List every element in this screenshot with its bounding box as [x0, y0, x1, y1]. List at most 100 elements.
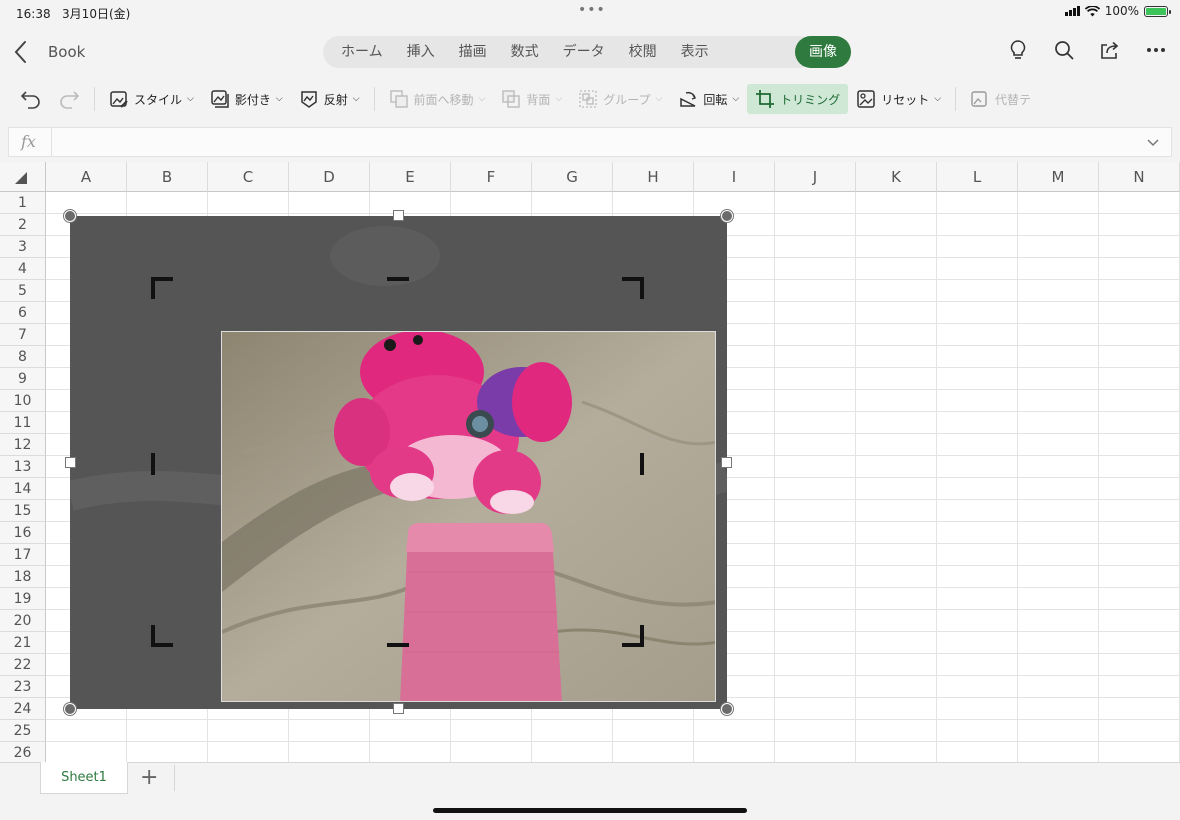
- row-header[interactable]: 9: [0, 368, 46, 390]
- picture-crop-area[interactable]: [70, 216, 727, 709]
- undo-button[interactable]: [12, 84, 50, 114]
- row-header[interactable]: 4: [0, 258, 46, 280]
- tab-draw[interactable]: 描画: [447, 36, 499, 68]
- row-header[interactable]: 6: [0, 302, 46, 324]
- multitask-dots-icon[interactable]: •••: [578, 2, 606, 18]
- row-header[interactable]: 17: [0, 544, 46, 566]
- column-header[interactable]: K: [856, 162, 937, 192]
- share-icon[interactable]: [1098, 38, 1122, 62]
- row-header[interactable]: 3: [0, 236, 46, 258]
- row-header[interactable]: 26: [0, 742, 46, 762]
- row-header[interactable]: 21: [0, 632, 46, 654]
- row-header[interactable]: 22: [0, 654, 46, 676]
- resize-handle-top[interactable]: [393, 210, 404, 221]
- column-header[interactable]: E: [370, 162, 451, 192]
- row-header[interactable]: 13: [0, 456, 46, 478]
- chevron-down-icon: ⌵: [732, 94, 740, 104]
- crop-button[interactable]: トリミング: [747, 84, 849, 114]
- more-options-icon[interactable]: [1144, 38, 1168, 62]
- column-header[interactable]: B: [127, 162, 208, 192]
- formula-bar[interactable]: fx: [8, 127, 1172, 157]
- group-button[interactable]: グループ ⌵: [570, 84, 670, 114]
- row-header[interactable]: 19: [0, 588, 46, 610]
- select-all-corner[interactable]: [0, 162, 46, 192]
- group-label: グループ: [603, 92, 651, 107]
- back-chevron-icon[interactable]: [10, 38, 32, 66]
- resize-handle-left[interactable]: [65, 457, 76, 468]
- resize-handle-bottom[interactable]: [393, 703, 404, 714]
- row-header[interactable]: 2: [0, 214, 46, 236]
- column-header[interactable]: I: [694, 162, 775, 192]
- crop-icon: [756, 90, 775, 108]
- picture-styles-button[interactable]: スタイル ⌵: [101, 84, 202, 114]
- resize-handle-bottom-left[interactable]: [64, 703, 76, 715]
- resize-handle-bottom-right[interactable]: [721, 703, 733, 715]
- add-sheet-icon[interactable]: +: [140, 765, 158, 790]
- row-header[interactable]: 20: [0, 610, 46, 632]
- spreadsheet-grid[interactable]: A B C D E F G H I J K L M N 1 2 3 4 5 6 7 8 9 10 11 12 13 14 15 16 17 1…: [0, 162, 1180, 762]
- home-indicator[interactable]: [433, 808, 747, 813]
- expand-formula-chevron-icon[interactable]: [1145, 134, 1161, 150]
- row-header[interactable]: 25: [0, 720, 46, 742]
- row-header[interactable]: 11: [0, 412, 46, 434]
- tab-view[interactable]: 表示: [669, 36, 721, 68]
- shadow-button[interactable]: 影付き ⌵: [202, 84, 291, 114]
- redo-button[interactable]: [50, 84, 88, 114]
- sheet-tab-sheet1[interactable]: Sheet1: [40, 762, 128, 794]
- column-header[interactable]: C: [208, 162, 289, 192]
- reflection-label: 反射: [323, 92, 348, 107]
- reset-picture-icon: [857, 90, 875, 108]
- alt-text-button[interactable]: 代替テ: [962, 84, 1039, 114]
- tab-picture[interactable]: 画像: [795, 36, 851, 68]
- row-header[interactable]: 24: [0, 698, 46, 720]
- row-header[interactable]: 12: [0, 434, 46, 456]
- lightbulb-icon[interactable]: [1006, 38, 1030, 62]
- search-icon[interactable]: [1052, 38, 1076, 62]
- column-header[interactable]: D: [289, 162, 370, 192]
- crop-handle-top-left[interactable]: [151, 277, 155, 299]
- function-icon[interactable]: fx: [21, 132, 36, 151]
- reset-picture-button[interactable]: リセット ⌵: [848, 84, 949, 114]
- row-header[interactable]: 15: [0, 500, 46, 522]
- row-header[interactable]: 10: [0, 390, 46, 412]
- crop-handle-bottom-right[interactable]: [640, 625, 644, 647]
- crop-handle-left[interactable]: [151, 453, 155, 475]
- column-header[interactable]: M: [1018, 162, 1099, 192]
- row-header[interactable]: 8: [0, 346, 46, 368]
- tab-formulas[interactable]: 数式: [499, 36, 551, 68]
- row-header[interactable]: 5: [0, 280, 46, 302]
- reflection-button[interactable]: 反射 ⌵: [291, 84, 368, 114]
- crop-handle-right[interactable]: [640, 453, 644, 475]
- document-title[interactable]: Book: [48, 43, 85, 61]
- shadow-label: 影付き: [234, 92, 271, 107]
- column-header[interactable]: A: [46, 162, 127, 192]
- bring-forward-button[interactable]: 前面へ移動 ⌵: [381, 84, 494, 114]
- crop-handle-bottom-left[interactable]: [151, 625, 155, 647]
- tab-data[interactable]: データ: [551, 36, 617, 68]
- column-header[interactable]: G: [532, 162, 613, 192]
- crop-handle-bottom[interactable]: [387, 643, 409, 647]
- row-header[interactable]: 7: [0, 324, 46, 346]
- column-header[interactable]: L: [937, 162, 1018, 192]
- resize-handle-top-right[interactable]: [721, 210, 733, 222]
- status-indicators: 100%: [1064, 4, 1171, 18]
- column-header[interactable]: N: [1099, 162, 1180, 192]
- column-header[interactable]: F: [451, 162, 532, 192]
- row-header[interactable]: 1: [0, 192, 46, 214]
- tab-review[interactable]: 校閲: [617, 36, 669, 68]
- row-header[interactable]: 23: [0, 676, 46, 698]
- send-backward-button[interactable]: 背面 ⌵: [493, 84, 570, 114]
- row-header[interactable]: 16: [0, 522, 46, 544]
- rotate-button[interactable]: 回転 ⌵: [670, 84, 747, 114]
- column-header[interactable]: J: [775, 162, 856, 192]
- tab-home[interactable]: ホーム: [329, 36, 395, 68]
- crop-handle-top[interactable]: [387, 277, 409, 281]
- crop-handle-top-right[interactable]: [640, 277, 644, 299]
- row-header[interactable]: 18: [0, 566, 46, 588]
- resize-handle-right[interactable]: [721, 457, 732, 468]
- column-header[interactable]: H: [613, 162, 694, 192]
- row-header[interactable]: 14: [0, 478, 46, 500]
- resize-handle-top-left[interactable]: [64, 210, 76, 222]
- picture-ribbon: スタイル ⌵ 影付き ⌵ 反射 ⌵ 前面へ移動 ⌵ 背面 ⌵ グループ ⌵ 回転 ⌵ トリミン…: [0, 80, 1180, 118]
- tab-insert[interactable]: 挿入: [395, 36, 447, 68]
